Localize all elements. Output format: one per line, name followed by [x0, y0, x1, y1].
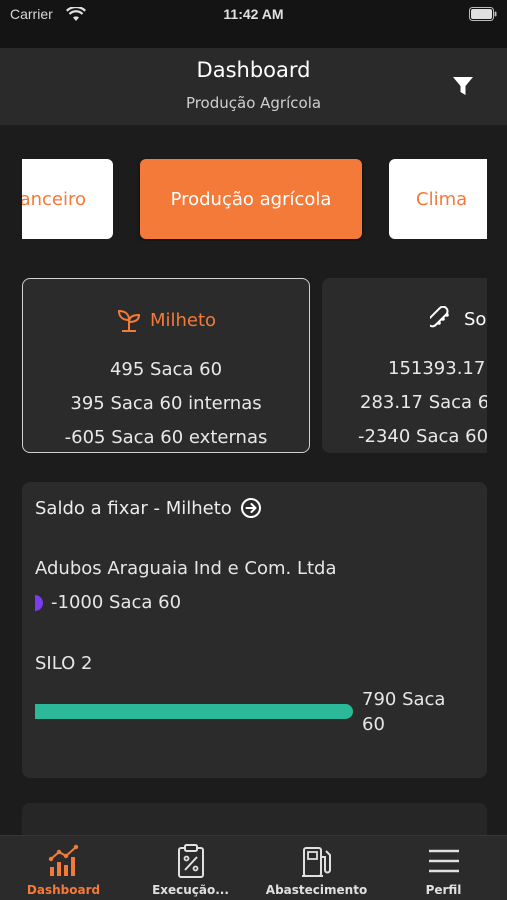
- nav-label: Dashboard: [26, 883, 101, 897]
- crop-header: So: [322, 306, 487, 332]
- filter-icon[interactable]: [452, 75, 474, 97]
- nav-execucao[interactable]: Execução...: [127, 836, 254, 900]
- company-name: Adubos Araguaia Ind e Com. Ltda: [35, 558, 337, 579]
- saldo-card: Saldo a fixar - Milheto Adubos Araguaia …: [22, 482, 487, 778]
- nav-abastecimento[interactable]: Abastecimento: [253, 836, 380, 900]
- crop-cards: Milheto 495 Saca 60 395 Saca 60 internas…: [22, 277, 487, 457]
- status-time: 11:42 AM: [223, 6, 284, 22]
- category-tabs: anceiro Produção agrícola Clima: [22, 157, 487, 241]
- crop-total: 151393.17 S: [388, 358, 487, 379]
- crop-name: So: [464, 308, 487, 330]
- silo-bar: [35, 704, 353, 719]
- page-title: Dashboard: [196, 58, 311, 82]
- nav-label: Execução...: [152, 883, 229, 897]
- crop-internal: 283.17 Saca 6: [360, 392, 487, 413]
- crop-header: Milheto: [23, 307, 309, 333]
- header: Dashboard Produção Agrícola: [0, 30, 507, 125]
- bottom-nav: Dashboard Execução... Abastecimento Perf…: [0, 835, 507, 900]
- crop-card-soja[interactable]: So 151393.17 S 283.17 Saca 6 -2340 Saca …: [322, 278, 487, 453]
- nav-label: Abastecimento: [265, 883, 368, 897]
- crop-total: 495 Saca 60: [109, 359, 223, 380]
- half-circle-indicator-icon: [35, 595, 43, 611]
- tab-label: anceiro: [22, 188, 86, 210]
- saldo-title: Saldo a fixar - Milheto: [35, 497, 232, 519]
- nav-dashboard[interactable]: Dashboard: [0, 836, 127, 900]
- chart-icon: [48, 844, 78, 876]
- crop-internal: 395 Saca 60 internas: [70, 393, 262, 414]
- tab-producao-agricola[interactable]: Produção agrícola: [140, 159, 362, 239]
- nav-label: Perfil: [425, 883, 462, 897]
- tab-label: Produção agrícola: [170, 188, 332, 210]
- silo-label: SILO 2: [35, 653, 93, 674]
- company-value: -1000 Saca 60: [51, 592, 182, 613]
- saldo-header[interactable]: Saldo a fixar - Milheto: [35, 497, 262, 519]
- tab-financeiro[interactable]: anceiro: [22, 159, 113, 239]
- silo-value-line1: 790 Saca: [362, 689, 446, 710]
- clipboard-percent-icon: [177, 844, 204, 878]
- silo-bar-fill: [35, 704, 353, 719]
- silo-value: 790 Saca 60: [362, 687, 462, 737]
- fuel-pump-icon: [301, 847, 331, 877]
- page-subtitle: Produção Agrícola: [185, 94, 322, 112]
- nav-perfil[interactable]: Perfil: [380, 836, 507, 900]
- soybean-icon: [430, 306, 449, 328]
- arrow-circle-right-icon[interactable]: [240, 497, 262, 519]
- tab-clima[interactable]: Clima: [389, 159, 487, 239]
- silo-value-line2: 60: [362, 714, 385, 735]
- crop-external: -2340 Saca 60: [358, 426, 487, 447]
- crop-card-milheto[interactable]: Milheto 495 Saca 60 395 Saca 60 internas…: [22, 278, 310, 453]
- battery-icon: [469, 7, 497, 21]
- sprout-icon: [117, 309, 140, 332]
- status-bar: Carrier 11:42 AM: [0, 0, 507, 30]
- tab-label: Clima: [416, 188, 468, 210]
- crop-external: -605 Saca 60 externas: [64, 427, 268, 448]
- menu-icon: [428, 849, 459, 873]
- crop-name: Milheto: [149, 309, 217, 331]
